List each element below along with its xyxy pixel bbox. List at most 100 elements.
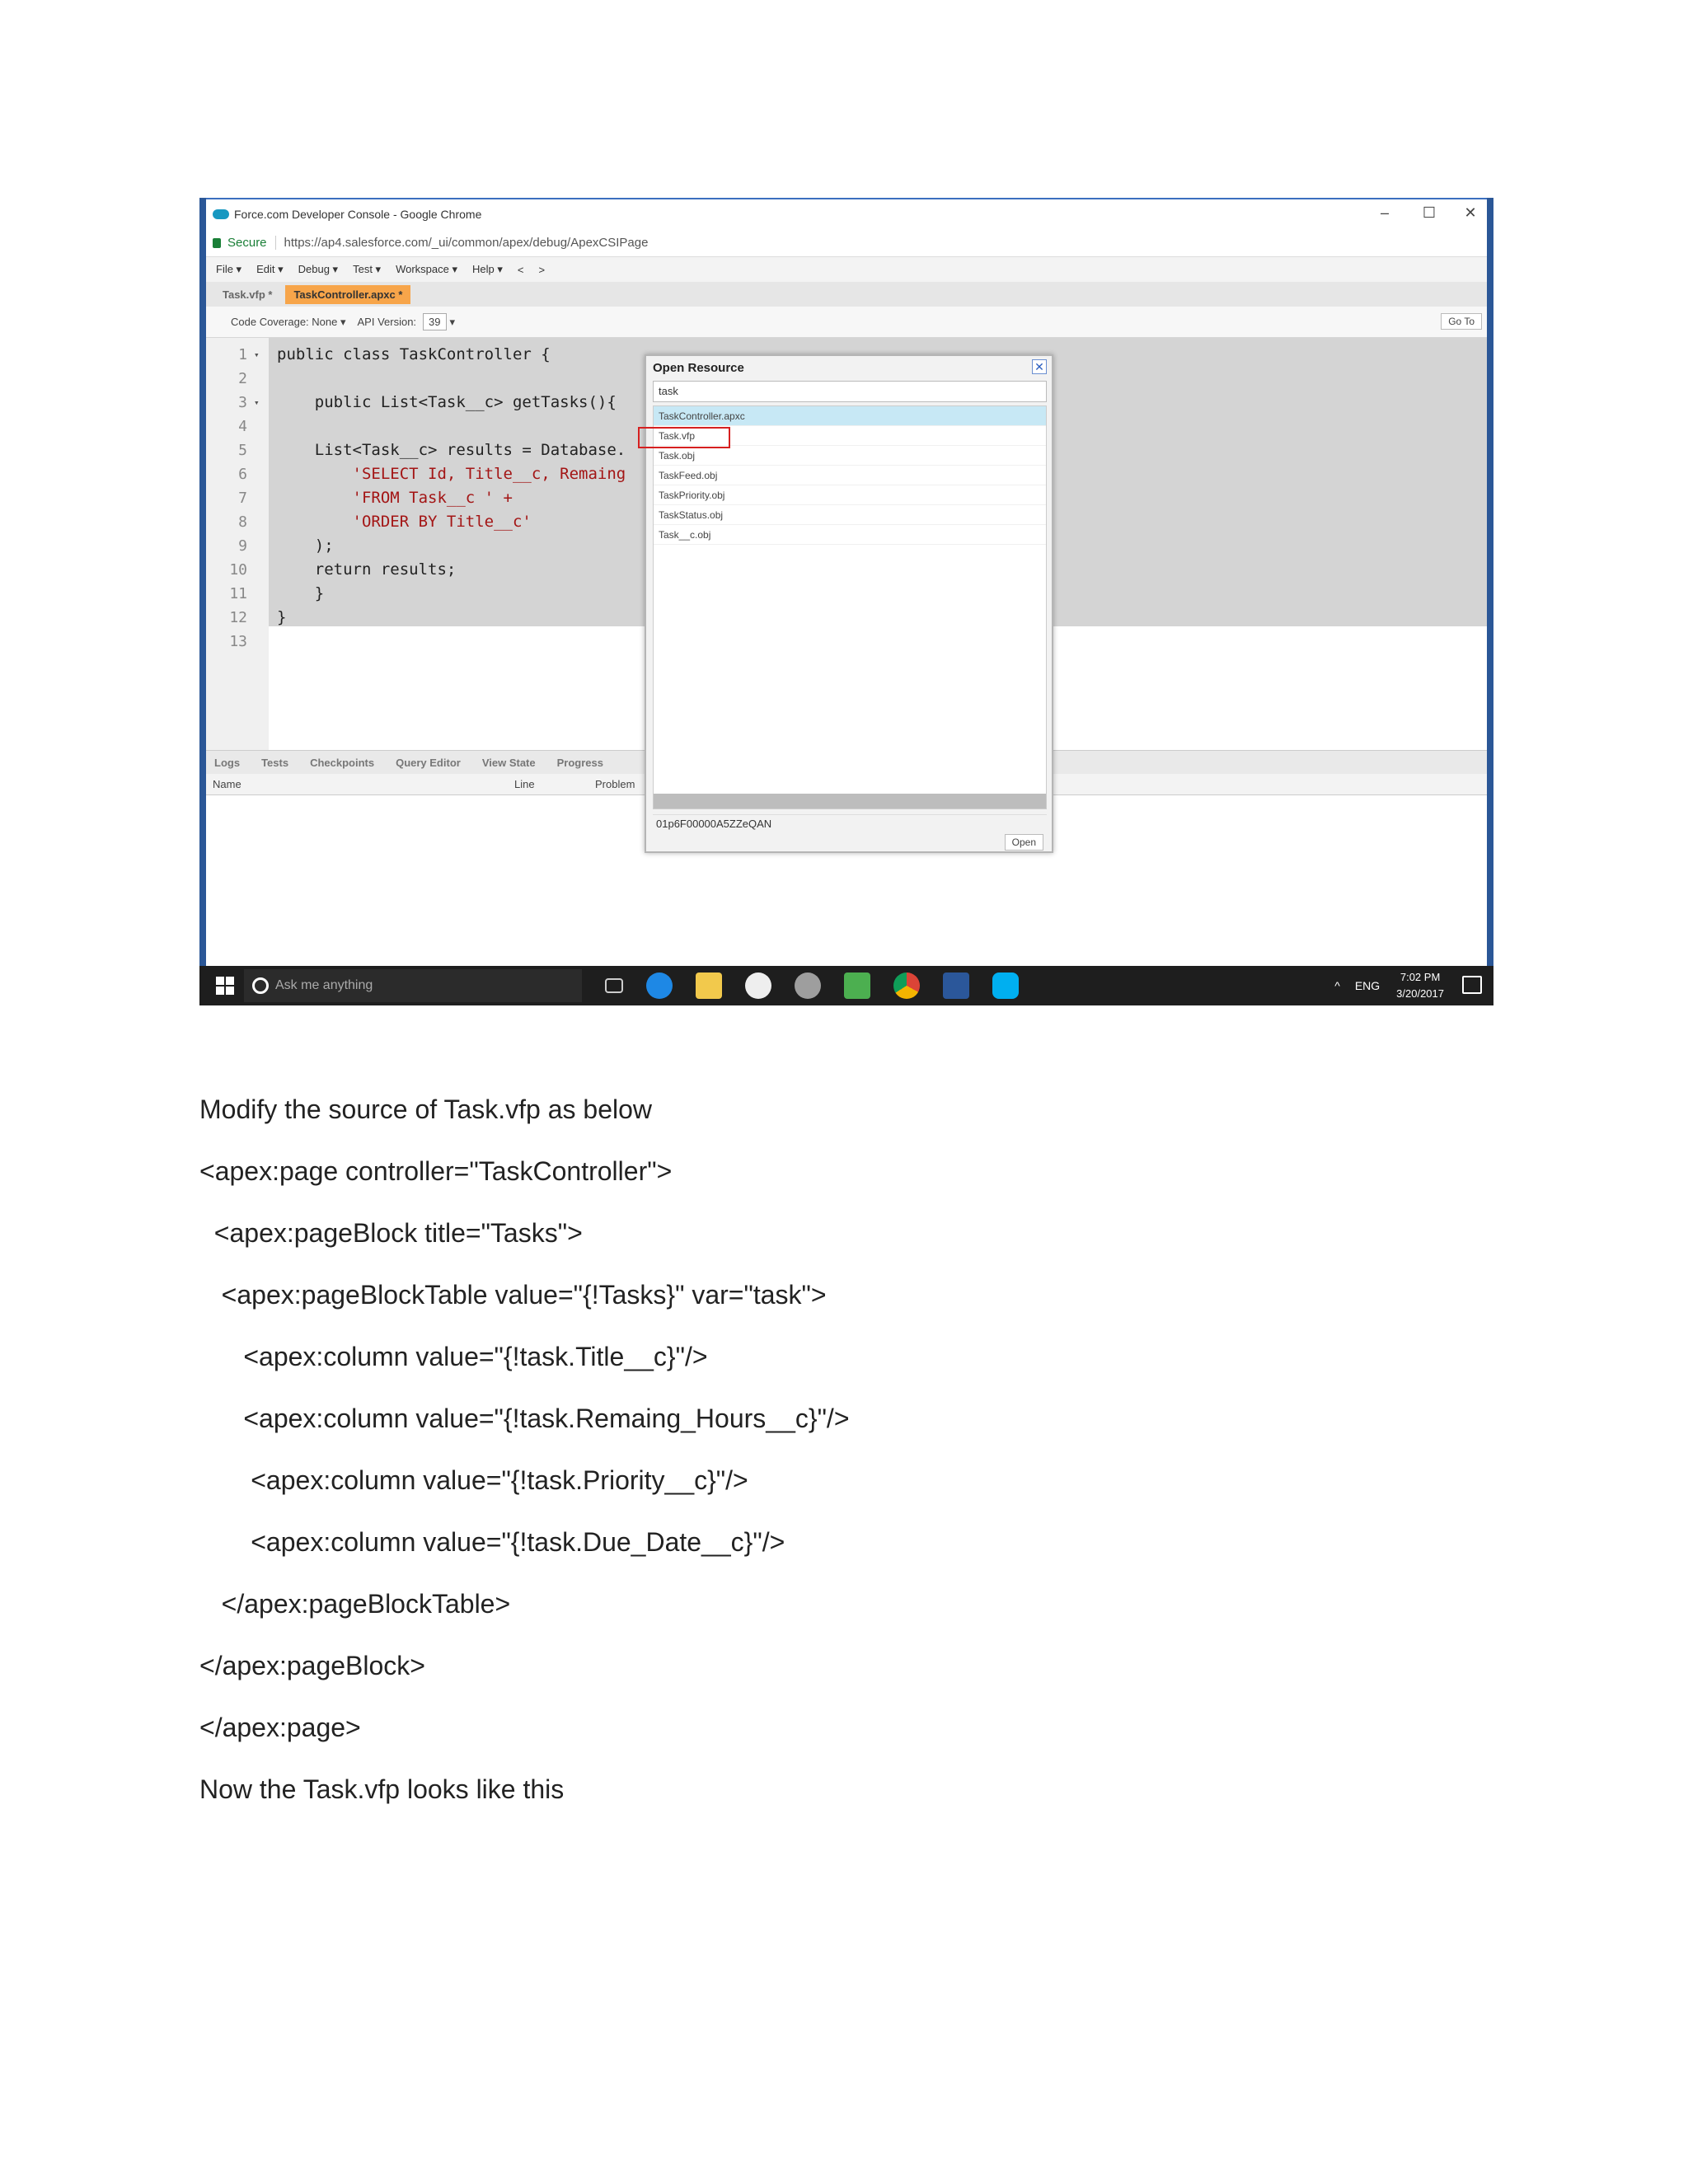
code-line: <apex:pageBlockTable value="{!Tasks}" va… bbox=[199, 1280, 827, 1310]
menu-edit[interactable]: Edit ▾ bbox=[256, 263, 284, 276]
tab-task-vfp[interactable]: Task.vfp * bbox=[214, 285, 280, 304]
code-text: List<Task__c> results = Database. bbox=[277, 441, 626, 459]
api-version-select[interactable]: 39 bbox=[423, 313, 447, 330]
salesforce-cloud-icon bbox=[213, 209, 229, 219]
line-number: 12 bbox=[229, 609, 247, 626]
line-number: 1 bbox=[238, 346, 247, 363]
line-number: 10 bbox=[229, 561, 247, 579]
code-line: <apex:column value="{!task.Priority__c}"… bbox=[199, 1465, 748, 1495]
line-number: 2 bbox=[238, 370, 247, 387]
dialog-close-icon[interactable]: ✕ bbox=[1032, 359, 1047, 374]
lock-icon bbox=[213, 237, 221, 248]
line-number: 13 bbox=[229, 633, 247, 650]
address-bar[interactable]: Secure https://ap4.salesforce.com/_ui/co… bbox=[201, 229, 1492, 257]
doc-paragraph: Now the Task.vfp looks like this bbox=[199, 1774, 565, 1804]
app-icon[interactable] bbox=[844, 972, 870, 999]
code-line: </apex:page> bbox=[199, 1713, 361, 1742]
line-number: 7 bbox=[238, 490, 247, 507]
coverage-select[interactable]: Code Coverage: None ▾ bbox=[231, 316, 346, 329]
fold-arrow-icon[interactable]: ▾ bbox=[254, 391, 260, 415]
cortana-icon bbox=[252, 977, 269, 994]
clock-time: 7:02 PM bbox=[1400, 971, 1441, 983]
chevron-down-icon[interactable]: ▾ bbox=[450, 316, 456, 329]
tab-view-state[interactable]: View State bbox=[482, 757, 536, 769]
tray-chevron-icon[interactable]: ^ bbox=[1334, 979, 1340, 992]
tab-logs[interactable]: Logs bbox=[214, 757, 240, 769]
skype-icon[interactable] bbox=[992, 972, 1019, 999]
cortana-placeholder: Ask me anything bbox=[275, 978, 373, 992]
code-text: 'FROM Task__c ' + bbox=[277, 489, 513, 507]
fold-arrow-icon[interactable]: ▾ bbox=[254, 343, 260, 367]
edge-icon[interactable] bbox=[646, 972, 673, 999]
line-number: 6 bbox=[238, 466, 247, 483]
code-line: <apex:column value="{!task.Remaing_Hours… bbox=[199, 1404, 850, 1433]
code-line: <apex:pageBlock title="Tasks"> bbox=[199, 1218, 583, 1248]
coverage-toolbar: Code Coverage: None ▾ API Version: 39 ▾ … bbox=[206, 307, 1487, 338]
windows-start-icon[interactable] bbox=[216, 977, 234, 995]
api-version-label: API Version: bbox=[357, 316, 417, 328]
app-icon[interactable] bbox=[745, 972, 771, 999]
chrome-icon[interactable] bbox=[893, 972, 920, 999]
line-number: 5 bbox=[238, 442, 247, 459]
go-to-button[interactable]: Go To bbox=[1441, 313, 1482, 330]
selected-resource-id: 01p6F00000A5ZZeQAN bbox=[653, 814, 1047, 832]
dialog-title: Open Resource bbox=[653, 361, 744, 375]
nav-back[interactable]: < bbox=[518, 264, 524, 276]
highlight-box bbox=[638, 427, 730, 448]
code-text: 'ORDER BY Title__c' bbox=[277, 513, 532, 531]
code-text: public List<Task__c> getTasks(){ bbox=[277, 393, 617, 411]
menu-help[interactable]: Help ▾ bbox=[472, 263, 503, 276]
menu-debug[interactable]: Debug ▾ bbox=[298, 263, 338, 276]
tray-language[interactable]: ENG bbox=[1355, 979, 1380, 992]
code-text: } bbox=[277, 608, 287, 626]
tab-tests[interactable]: Tests bbox=[261, 757, 288, 769]
open-button[interactable]: Open bbox=[1004, 834, 1043, 851]
line-number: 8 bbox=[238, 513, 247, 531]
close-icon[interactable]: ✕ bbox=[1454, 204, 1487, 222]
notification-icon[interactable] bbox=[1462, 976, 1482, 994]
column-name[interactable]: Name bbox=[213, 778, 241, 790]
secure-label: Secure bbox=[227, 236, 267, 250]
resource-search-input[interactable]: task bbox=[653, 381, 1047, 402]
tab-taskcontroller-apxc[interactable]: TaskController.apxc * bbox=[285, 284, 411, 304]
menu-test[interactable]: Test ▾ bbox=[353, 263, 381, 276]
code-line: </apex:pageBlock> bbox=[199, 1651, 425, 1680]
url-text[interactable]: https://ap4.salesforce.com/_ui/common/ap… bbox=[274, 236, 648, 250]
list-item[interactable]: Task__c.obj bbox=[654, 525, 1046, 545]
clock[interactable]: 7:02 PM 3/20/2017 bbox=[1396, 969, 1444, 1002]
tab-progress[interactable]: Progress bbox=[557, 757, 603, 769]
menu-file[interactable]: File ▾ bbox=[216, 263, 241, 276]
app-icon[interactable] bbox=[795, 972, 821, 999]
tab-query-editor[interactable]: Query Editor bbox=[396, 757, 461, 769]
maximize-icon[interactable]: ☐ bbox=[1413, 204, 1446, 222]
code-text: public class TaskController { bbox=[277, 345, 551, 363]
line-number: 11 bbox=[229, 585, 247, 602]
line-number: 4 bbox=[238, 418, 247, 435]
list-item[interactable]: Task.obj bbox=[654, 446, 1046, 466]
list-item[interactable]: TaskStatus.obj bbox=[654, 505, 1046, 525]
list-item[interactable]: TaskFeed.obj bbox=[654, 466, 1046, 485]
list-item[interactable]: TaskController.apxc bbox=[654, 406, 1046, 426]
system-tray: ^ ENG 7:02 PM 3/20/2017 bbox=[1334, 969, 1444, 1002]
doc-paragraph: Modify the source of Task.vfp as below bbox=[199, 1094, 653, 1124]
column-line[interactable]: Line bbox=[514, 778, 535, 790]
code-line: <apex:column value="{!task.Title__c}"/> bbox=[199, 1342, 708, 1371]
task-view-icon[interactable] bbox=[605, 978, 623, 993]
minimize-icon[interactable]: – bbox=[1368, 204, 1401, 222]
horizontal-scrollbar[interactable] bbox=[654, 794, 1046, 808]
file-explorer-icon[interactable] bbox=[696, 972, 722, 999]
tab-checkpoints[interactable]: Checkpoints bbox=[310, 757, 374, 769]
window-title: Force.com Developer Console - Google Chr… bbox=[234, 208, 482, 221]
developer-console-screenshot: Force.com Developer Console - Google Chr… bbox=[199, 198, 1493, 1005]
code-text: ); bbox=[277, 537, 334, 555]
windows-taskbar: Ask me anything ^ ENG 7:02 PM 3/20/2017 bbox=[199, 966, 1493, 1005]
column-problem[interactable]: Problem bbox=[595, 778, 635, 790]
line-number: 3 bbox=[238, 394, 247, 411]
cortana-search-box[interactable]: Ask me anything bbox=[244, 969, 582, 1002]
nav-forward[interactable]: > bbox=[538, 264, 545, 276]
menu-workspace[interactable]: Workspace ▾ bbox=[396, 263, 457, 276]
window-edge-right bbox=[1487, 198, 1493, 966]
list-item[interactable]: TaskPriority.obj bbox=[654, 485, 1046, 505]
resource-list[interactable]: TaskController.apxc Task.vfp Task.obj Ta… bbox=[653, 405, 1047, 809]
word-icon[interactable] bbox=[943, 972, 969, 999]
